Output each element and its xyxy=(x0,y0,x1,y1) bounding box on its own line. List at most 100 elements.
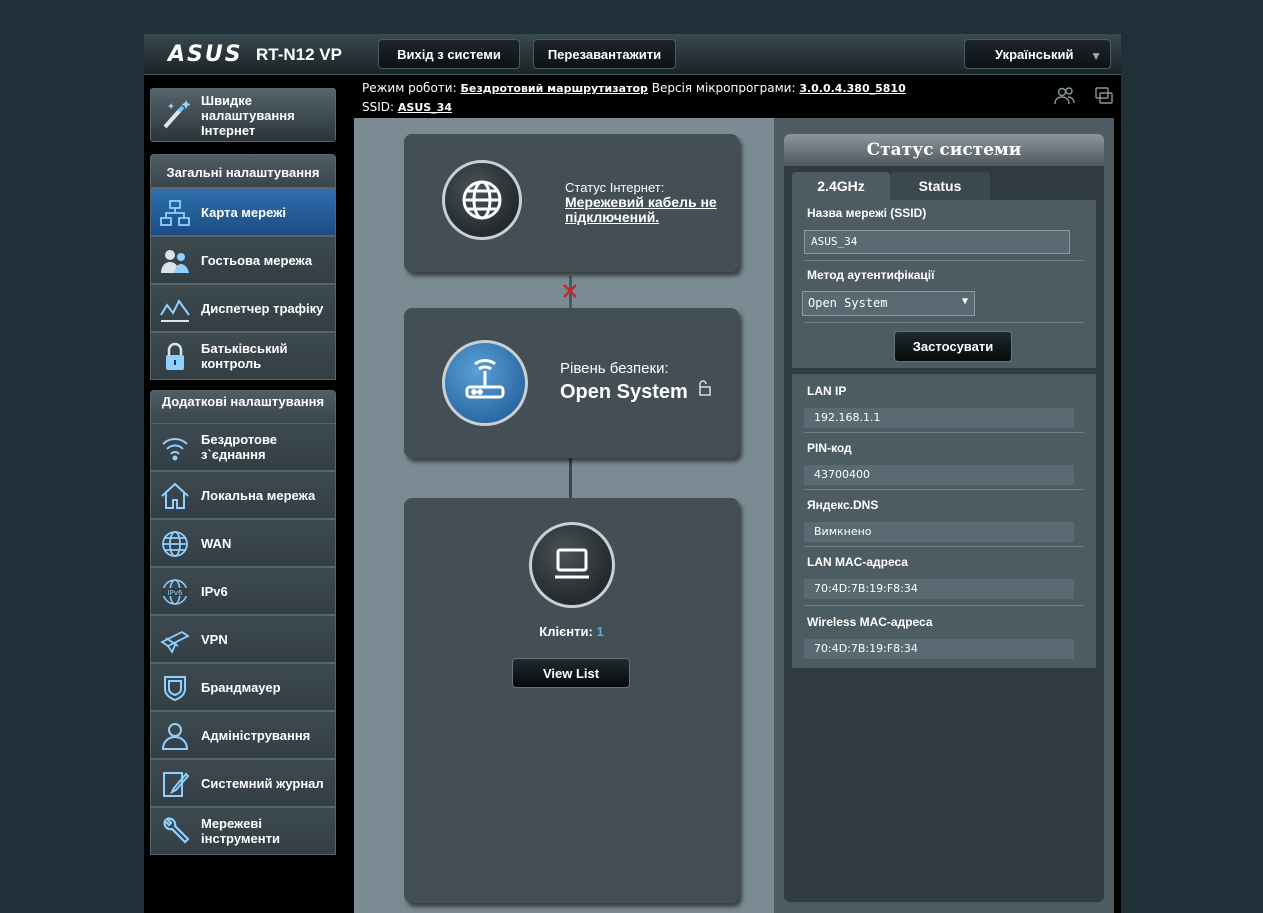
clients-circle[interactable] xyxy=(529,522,615,608)
divider xyxy=(804,546,1084,547)
router-card[interactable]: Рівень безпеки: Open System xyxy=(404,308,739,458)
sidebar-item-label: Локальна мережа xyxy=(201,487,316,503)
language-select[interactable]: Український ▼ xyxy=(964,39,1111,69)
advanced-settings-header: Додаткові налаштування xyxy=(150,390,336,424)
network-map-icon xyxy=(160,200,190,226)
ipv6-icon: IPv6 xyxy=(162,579,188,605)
chevron-down-icon: ▼ xyxy=(1090,49,1102,63)
computer-icon xyxy=(555,548,589,579)
sidebar-item-network-tools[interactable]: Мережеві інструменти xyxy=(150,807,336,855)
lan-ip-label: LAN IP xyxy=(807,384,847,398)
sidebar-item-ipv6[interactable]: IPv6 IPv6 xyxy=(150,567,336,615)
divider xyxy=(804,260,1084,261)
ssid-field-label: Назва мережі (SSID) xyxy=(807,206,927,220)
sidebar-item-label: Системний журнал xyxy=(201,775,324,791)
pin-code-label: PIN-код xyxy=(807,441,852,455)
sidebar-item-administration[interactable]: Адміністрування xyxy=(150,711,336,759)
status-title: Статус системи xyxy=(784,134,1104,166)
sidebar-item-lan[interactable]: Локальна мережа xyxy=(150,471,336,519)
home-icon xyxy=(161,482,189,509)
divider xyxy=(804,432,1084,433)
tab-24ghz[interactable]: 2.4GHz xyxy=(792,172,890,200)
system-info: LAN IP 192.168.1.1 PIN-код 43700400 Янде… xyxy=(792,374,1096,668)
ssid-label: SSID: xyxy=(362,100,395,114)
guest-network-icon xyxy=(161,250,189,273)
log-icon xyxy=(163,772,190,797)
wireless-mac-label: Wireless MAC-адреса xyxy=(807,615,933,629)
disconnected-icon xyxy=(563,284,577,298)
reboot-button[interactable]: Перезавантажити xyxy=(533,39,676,69)
divider xyxy=(804,489,1084,490)
router-admin-window: ASUS RT-N12 VP Вихід з системи Перезаван… xyxy=(144,34,1121,913)
top-tools xyxy=(1054,86,1116,111)
top-bar: ASUS RT-N12 VP Вихід з системи Перезаван… xyxy=(144,34,1121,75)
wireless-mac-value: 70:4D:7B:19:F8:34 xyxy=(804,639,1074,659)
sidebar-item-label: Диспетчер трафіку xyxy=(201,300,324,316)
sidebar-item-label: Брандмауер xyxy=(201,679,281,695)
traffic-manager-icon xyxy=(160,299,190,322)
lan-mac-value: 70:4D:7B:19:F8:34 xyxy=(804,579,1074,599)
sidebar-item-label: VPN xyxy=(201,631,228,647)
clients-number[interactable]: 1 xyxy=(596,624,603,639)
unlocked-icon xyxy=(699,380,711,396)
view-list-button[interactable]: View List xyxy=(512,658,630,688)
clients-card[interactable]: Клієнти: 1 View List xyxy=(404,498,739,903)
internet-status-circle[interactable] xyxy=(442,160,522,240)
sidebar-item-vpn[interactable]: VPN xyxy=(150,615,336,663)
quick-setup-button[interactable]: Швидке налаштування Інтернет xyxy=(150,88,336,142)
ssid-input[interactable]: ASUS_34 xyxy=(804,230,1070,254)
lan-mac-label: LAN MAC-адреса xyxy=(807,555,908,569)
divider xyxy=(804,605,1084,606)
svg-text:IPv6: IPv6 xyxy=(168,589,183,597)
lan-ip-value: 192.168.1.1 xyxy=(804,408,1074,428)
general-settings-header: Загальні налаштування xyxy=(150,154,336,188)
sidebar-item-label: Адміністрування xyxy=(201,727,311,743)
sidebar-item-label: WAN xyxy=(201,535,232,551)
sidebar-item-label: IPv6 xyxy=(201,583,228,599)
pin-code-value: 43700400 xyxy=(804,465,1074,485)
clients-count: Клієнти: 1 xyxy=(404,624,739,639)
tab-status[interactable]: Status xyxy=(890,172,990,200)
copy-icon[interactable] xyxy=(1095,87,1113,104)
users-icon[interactable] xyxy=(1054,87,1075,105)
logout-button[interactable]: Вихід з системи xyxy=(378,39,520,69)
sidebar-item-traffic-manager[interactable]: Диспетчер трафіку xyxy=(150,284,336,332)
globe-icon xyxy=(162,531,188,557)
sidebar-item-label: Гостьова мережа xyxy=(201,252,313,268)
sidebar-item-system-log[interactable]: Системний журнал xyxy=(150,759,336,807)
security-level-label: Рівень безпеки: xyxy=(560,360,669,377)
internet-status-link[interactable]: Мережевий кабель не підключений. xyxy=(565,195,735,225)
sidebar-item-guest-network[interactable]: Гостьова мережа xyxy=(150,236,336,284)
tools-icon xyxy=(163,817,190,844)
ssid-link[interactable]: ASUS_34 xyxy=(398,101,452,114)
user-icon xyxy=(161,723,189,750)
language-value: Український xyxy=(995,46,1074,62)
internet-status: Статус Інтернет: Мережевий кабель не під… xyxy=(565,180,735,225)
sidebar-item-network-map[interactable]: Карта мережі xyxy=(150,188,336,236)
yandex-dns-value: Вимкнено xyxy=(804,522,1074,542)
firmware-link[interactable]: 3.0.0.4.380_5810 xyxy=(799,82,905,95)
router-info: Режим роботи: Бездротовий маршрутизатор … xyxy=(362,79,906,117)
sidebar-item-label: Карта мережі xyxy=(201,204,286,220)
model-name: RT-N12 VP xyxy=(256,45,342,64)
auth-method-select[interactable]: Open System ▼ xyxy=(802,291,975,316)
sidebar-item-wan[interactable]: WAN xyxy=(150,519,336,567)
network-map: Статус Інтернет: Мережевий кабель не під… xyxy=(354,118,774,913)
router-status-circle[interactable] xyxy=(442,340,528,426)
system-status-panel: Статус системи 2.4GHz Status Назва мереж… xyxy=(784,134,1104,902)
apply-button[interactable]: Застосувати xyxy=(894,331,1012,362)
sidebar-item-wireless[interactable]: Бездротове з`єднання xyxy=(150,423,336,471)
quick-setup-label: Швидке налаштування Інтернет xyxy=(201,93,295,138)
asus-logo: ASUS xyxy=(168,42,243,67)
sidebar-item-parental-control[interactable]: Батьківський контроль xyxy=(150,332,336,380)
internet-card[interactable]: Статус Інтернет: Мережевий кабель не під… xyxy=(404,134,739,272)
clients-label: Клієнти: xyxy=(539,624,593,639)
sidebar-item-firewall[interactable]: Брандмауер xyxy=(150,663,336,711)
internet-status-label: Статус Інтернет: xyxy=(565,180,665,195)
security-level-value: Open System xyxy=(560,381,688,403)
mode-link[interactable]: Бездротовий маршрутизатор xyxy=(460,82,647,95)
sidebar-item-label: Мережеві інструменти xyxy=(201,816,280,846)
router-icon xyxy=(465,359,505,399)
shield-icon xyxy=(164,676,186,702)
yandex-dns-label: Яндекс.DNS xyxy=(807,498,879,512)
